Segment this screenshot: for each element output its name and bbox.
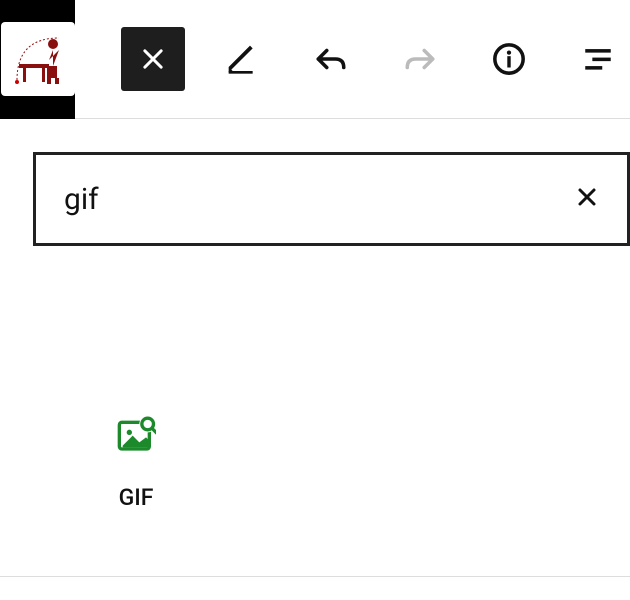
search-box xyxy=(33,152,630,246)
redo-icon xyxy=(403,42,437,76)
undo-icon xyxy=(314,42,348,76)
close-inserter-button[interactable] xyxy=(121,27,185,91)
redo-button[interactable] xyxy=(388,27,452,91)
undo-button[interactable] xyxy=(299,27,363,91)
site-logo xyxy=(1,22,75,96)
block-result-label: GIF xyxy=(119,484,154,511)
info-icon xyxy=(492,42,526,76)
logo-cell[interactable] xyxy=(0,0,75,119)
pencil-icon xyxy=(226,43,258,75)
close-icon xyxy=(139,45,167,73)
block-result-gif[interactable]: GIF xyxy=(116,414,156,511)
clear-search-button[interactable] xyxy=(567,175,607,224)
info-button[interactable] xyxy=(477,27,541,91)
toolbar xyxy=(0,0,630,119)
block-search-input[interactable] xyxy=(64,182,567,217)
outline-button[interactable] xyxy=(566,27,630,91)
results-panel: GIF xyxy=(0,246,630,577)
close-icon xyxy=(575,185,599,209)
gif-image-search-icon xyxy=(116,414,156,454)
search-container xyxy=(0,119,630,246)
edit-button[interactable] xyxy=(210,27,274,91)
toolbar-buttons xyxy=(75,27,630,91)
list-indent-icon xyxy=(581,42,615,76)
